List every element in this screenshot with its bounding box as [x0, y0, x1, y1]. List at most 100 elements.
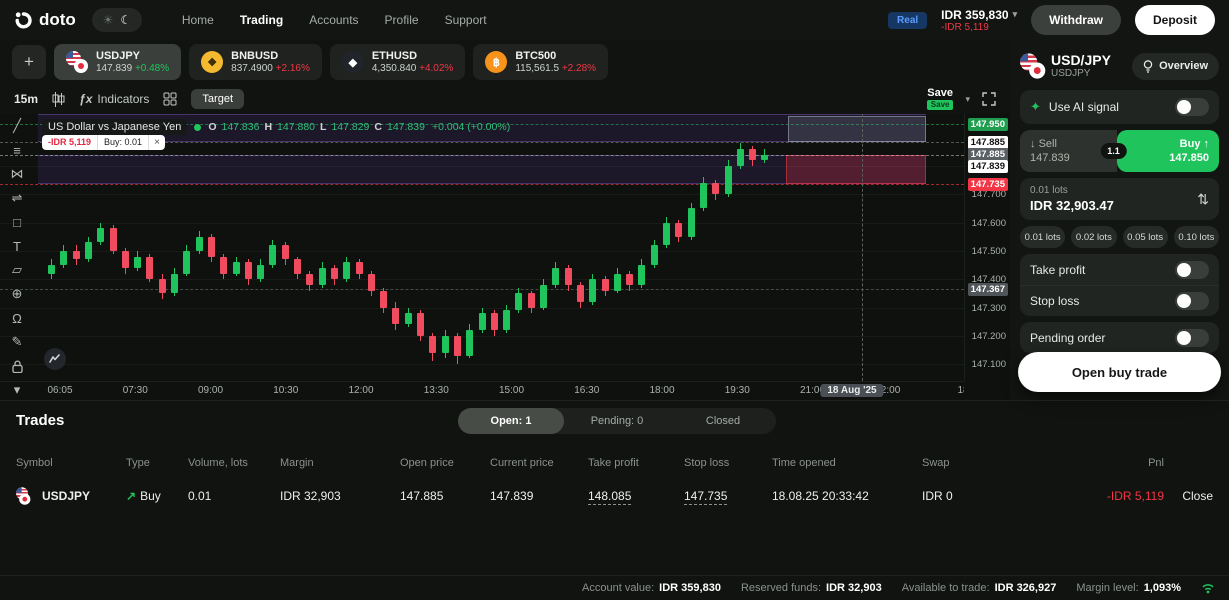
lot-preset-0.05[interactable]: 0.05 lots	[1122, 226, 1168, 248]
sun-icon[interactable]: ☀	[103, 13, 114, 27]
position-close-icon[interactable]: ×	[149, 135, 165, 150]
time-axis[interactable]: 06:05 07:30 09:00 10:30 12:00 13:30 15:00 16:30…	[0, 381, 964, 400]
ai-sparkle-icon: ✦	[1030, 99, 1041, 114]
candle	[281, 245, 289, 259]
indicators-button[interactable]: ƒx Indicators	[79, 92, 149, 106]
fib-retracement-tool[interactable]: ≡	[6, 142, 28, 158]
topbar: doto ☀ ☾ Home Trading Accounts Profile Suppo…	[0, 0, 1229, 40]
pattern-tool[interactable]: ⋈	[6, 166, 28, 182]
gridline	[0, 336, 964, 337]
moon-icon[interactable]: ☾	[120, 13, 131, 27]
timeframe-selector[interactable]: 15m	[14, 92, 38, 106]
candle	[183, 251, 191, 274]
lot-preset-0.10[interactable]: 0.10 lots	[1173, 226, 1219, 248]
overview-button[interactable]: Overview	[1132, 52, 1219, 80]
candle	[195, 237, 203, 251]
price-level-line	[0, 289, 964, 290]
balance-dropdown[interactable]: IDR 359,830 ▾ -IDR 5,119	[941, 8, 1017, 33]
trades-tabs: Open: 1 Pending: 0 Closed	[458, 408, 776, 434]
swap-units-icon[interactable]: ⇅	[1197, 191, 1209, 208]
fullscreen-icon[interactable]	[982, 92, 996, 106]
buy-button[interactable]: Buy ↑ 147.850	[1117, 130, 1219, 172]
column-header-Symbol: Symbol	[16, 457, 53, 469]
instrument-price: 147.839 +0.48%	[96, 63, 170, 74]
stop-loss-toggle[interactable]	[1175, 292, 1209, 310]
row-symbol: USDJPY	[16, 485, 126, 507]
trades-tab-open[interactable]: Open: 1	[458, 408, 564, 434]
save-chevron-icon[interactable]: ▾	[965, 94, 970, 105]
take-profit-toggle[interactable]	[1175, 260, 1209, 279]
open-buy-trade-button[interactable]: Open buy trade	[1018, 352, 1221, 392]
candle	[453, 336, 461, 356]
price-axis-label: 147.500	[971, 246, 1006, 257]
price-axis-label: 147.200	[971, 331, 1006, 342]
zoom-in-tool[interactable]: ⊕	[6, 286, 28, 302]
forecast-tool[interactable]: ⇌	[6, 190, 28, 206]
nav-item-support[interactable]: Support	[445, 13, 487, 27]
pending-order-label: Pending order	[1030, 330, 1106, 345]
instrument-tab-usdjpy[interactable]: USDJPY 147.839 +0.48%	[54, 44, 182, 80]
tp-drag-box[interactable]	[788, 116, 926, 142]
hide-tools-chevron[interactable]: ▾	[6, 382, 28, 398]
trades-tab-closed[interactable]: Closed	[670, 408, 776, 434]
lot-preset-0.02[interactable]: 0.02 lots	[1071, 226, 1117, 248]
candle	[736, 149, 744, 166]
pending-order-toggle[interactable]	[1175, 328, 1209, 347]
target-button[interactable]: Target	[191, 89, 244, 109]
nav-item-profile[interactable]: Profile	[385, 13, 419, 27]
time-axis-label: 15:00	[498, 385, 525, 396]
measure-tool[interactable]: ▱	[6, 262, 28, 278]
draw-lock-tool[interactable]: ✎	[6, 334, 28, 350]
chart-plot[interactable]	[0, 114, 964, 381]
row-take-profit[interactable]: 148.085	[588, 489, 684, 505]
text-tool[interactable]: T	[6, 238, 28, 254]
status-dot	[194, 123, 202, 131]
nav-item-accounts[interactable]: Accounts	[309, 13, 358, 27]
trades-tab-pending[interactable]: Pending: 0	[564, 408, 670, 434]
candle	[158, 279, 166, 293]
instrument-tab-btc500[interactable]: ฿ BTC500 115,561.5 +2.28%	[473, 44, 609, 80]
sl-drag-box[interactable]	[786, 155, 926, 184]
candle-style-icon[interactable]	[52, 91, 65, 107]
row-stop-loss[interactable]: 147.735	[684, 489, 772, 505]
buy-arrow-icon: ↑	[1200, 138, 1209, 150]
instrument-symbol: BNBUSD	[231, 50, 279, 62]
overview-label: Overview	[1159, 60, 1208, 72]
candle	[121, 251, 129, 268]
candle	[417, 313, 424, 336]
usdjpy-flag-icon	[1020, 53, 1046, 79]
price-axis[interactable]: 147.800147.700147.600147.500147.400147.3…	[964, 114, 1010, 381]
candle	[355, 262, 363, 274]
trades-table-header: Symbol Type Volume, lots Margin Open price Cu…	[16, 447, 1213, 479]
layout-grid-icon[interactable]	[163, 92, 177, 106]
price-axis-label: 147.300	[971, 303, 1006, 314]
lock-tool[interactable]	[6, 358, 28, 374]
crosshair-price-badge: 147.367	[967, 283, 1008, 296]
take-profit-label: Take profit	[1030, 262, 1086, 277]
crosshair-vline	[862, 114, 863, 381]
row-volume: 0.01	[188, 489, 212, 503]
candle	[48, 265, 55, 274]
add-instrument-button[interactable]: +	[12, 45, 46, 79]
volume-input[interactable]: 0.01 lots IDR 32,903.47 ⇅	[1020, 178, 1219, 220]
instrument-tab-ethusd[interactable]: ◆ ETHUSD 4,350.840 +4.02%	[329, 44, 466, 80]
nav-item-trading[interactable]: Trading	[240, 13, 283, 27]
candle	[589, 279, 597, 302]
candle	[564, 268, 572, 285]
ai-signal-toggle[interactable]	[1175, 98, 1209, 116]
chart-area[interactable]: 147.800147.700147.600147.500147.400147.3…	[0, 114, 1010, 400]
deposit-button[interactable]: Deposit	[1134, 5, 1215, 35]
nav-item-home[interactable]: Home	[182, 13, 214, 27]
close-trade-button[interactable]: Close	[1164, 489, 1213, 503]
withdraw-button[interactable]: Withdraw	[1031, 5, 1121, 35]
time-axis-label: 09:00	[197, 385, 224, 396]
save-button[interactable]: Save Save	[926, 88, 954, 110]
magnet-tool[interactable]: Ω	[6, 310, 28, 326]
lot-preset-0.01[interactable]: 0.01 lots	[1020, 226, 1066, 248]
shapes-tool[interactable]: □	[6, 214, 28, 230]
instrument-tab-bnbusd[interactable]: ❖ BNBUSD 837.4900 +2.16%	[189, 44, 322, 80]
trend-line-tool[interactable]: ╱	[6, 118, 28, 134]
candle	[367, 274, 375, 291]
theme-toggle[interactable]: ☀ ☾	[91, 8, 142, 32]
buy-price: 147.850	[1169, 152, 1209, 164]
